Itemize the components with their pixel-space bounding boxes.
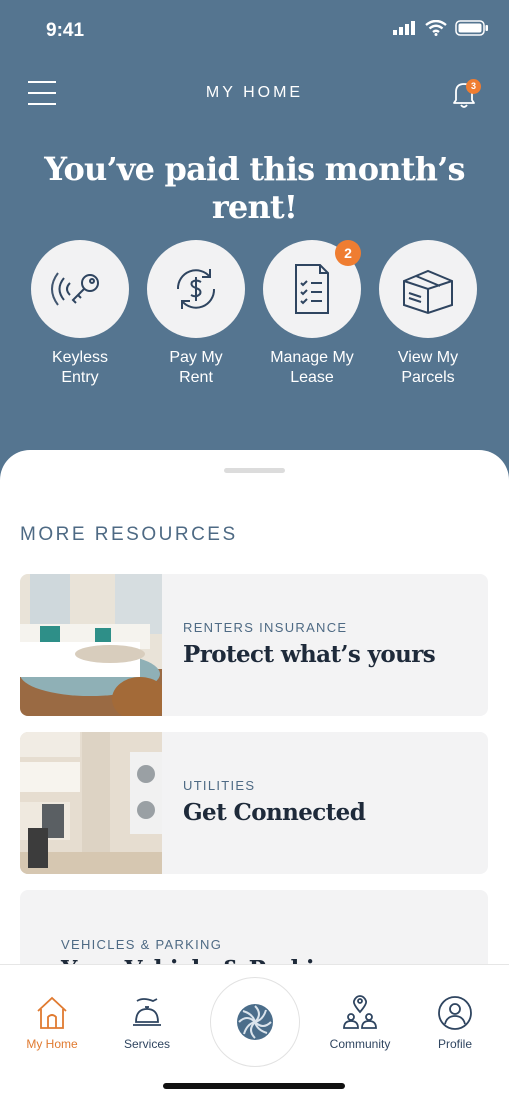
key-icon: [51, 272, 99, 306]
page-title: MY HOME: [205, 84, 304, 101]
battery-icon: [455, 20, 488, 36]
rent-status-headline: You’ve paid this month’s rent!: [44, 150, 465, 226]
view-parcels-action[interactable]: View My Parcels: [368, 240, 488, 388]
resources-section-title: MORE RESOURCES: [20, 524, 238, 545]
view-parcels-label-2: Parcels: [401, 369, 455, 386]
wifi-icon: [425, 20, 447, 36]
parcel-box-icon: [403, 269, 453, 315]
tab-label: My Home: [26, 1037, 78, 1051]
tab-my-home[interactable]: My Home: [7, 995, 97, 1051]
brand-logo-icon: [237, 1004, 273, 1040]
home-indicator: [163, 1083, 345, 1089]
card-kicker: UTILITIES: [183, 778, 256, 793]
manage-lease-label-2: Lease: [290, 369, 334, 386]
living-room-photo: [20, 574, 162, 716]
card-title: Get Connected: [183, 799, 366, 826]
notification-badge: 3: [466, 79, 481, 94]
status-icons: [393, 20, 489, 36]
card-kicker: RENTERS INSURANCE: [183, 620, 348, 635]
checklist-icon: [295, 264, 329, 314]
lease-badge: 2: [335, 240, 361, 266]
brand-center-button[interactable]: [210, 977, 300, 1067]
card-title: Protect what’s yours: [183, 641, 436, 668]
tab-services[interactable]: Services: [102, 995, 192, 1051]
utilities-card[interactable]: UTILITIES Get Connected: [20, 732, 488, 874]
keyless-entry-action[interactable]: Keyless Entry: [20, 240, 140, 388]
sheet-drag-handle[interactable]: [224, 468, 285, 473]
pay-rent-action[interactable]: Pay My Rent: [136, 240, 256, 388]
profile-icon: [438, 996, 472, 1030]
kitchen-laundry-photo: [20, 732, 162, 874]
tab-profile[interactable]: Profile: [410, 995, 500, 1051]
pay-rent-circle: [147, 240, 245, 338]
community-icon: [343, 995, 377, 1029]
keyless-entry-circle: [31, 240, 129, 338]
service-bell-icon: [133, 998, 161, 1026]
keyless-entry-label-1: Keyless: [51, 349, 109, 366]
keyless-entry-label-2: Entry: [61, 369, 99, 386]
view-parcels-circle: [379, 240, 477, 338]
tab-label: Services: [123, 1037, 170, 1051]
home-icon: [37, 996, 67, 1029]
tab-community[interactable]: Community: [315, 995, 405, 1051]
manage-lease-action[interactable]: 2 Manage My Lease: [252, 240, 372, 388]
status-time: 9:41: [46, 20, 85, 41]
pay-rent-label-1: Pay My: [169, 349, 223, 366]
pay-rent-label-2: Rent: [179, 369, 213, 386]
status-bar: 9:41: [0, 0, 509, 60]
signal-icon: [393, 21, 415, 35]
manage-lease-circle: 2: [263, 240, 361, 338]
tab-label: Profile: [437, 1037, 472, 1051]
tab-label: Community: [329, 1037, 391, 1051]
card-kicker: VEHICLES & PARKING: [61, 937, 223, 952]
view-parcels-label-1: View My: [397, 349, 459, 366]
manage-lease-label-1: Manage My: [270, 349, 354, 366]
dollar-cycle-icon: [176, 269, 216, 309]
renters-insurance-card[interactable]: RENTERS INSURANCE Protect what’s yours: [20, 574, 488, 716]
